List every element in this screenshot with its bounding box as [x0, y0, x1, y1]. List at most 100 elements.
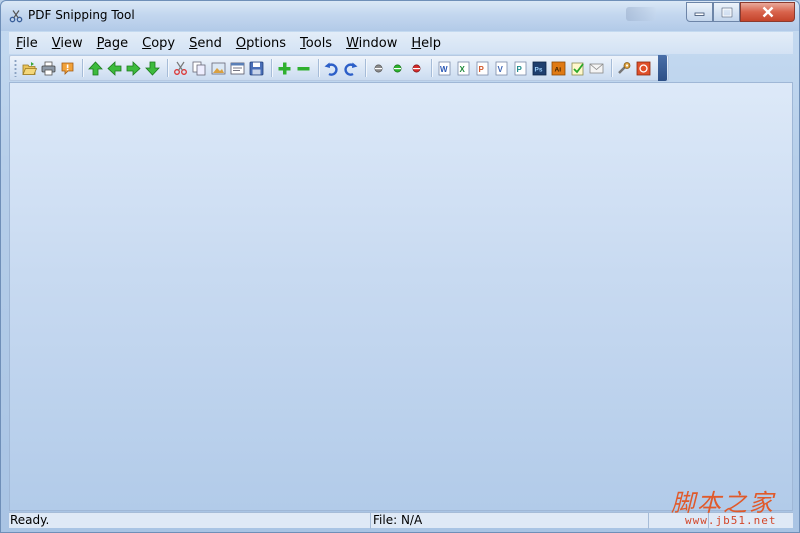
send-mail-button[interactable] [588, 60, 605, 77]
arrow-left-icon [107, 60, 122, 76]
svg-text:P: P [517, 65, 523, 74]
window-title: PDF Snipping Tool [28, 8, 135, 22]
menu-page[interactable]: Page [96, 35, 129, 52]
redo-button[interactable] [342, 60, 359, 77]
stop-icon [636, 61, 651, 75]
copy-text-button[interactable] [229, 60, 246, 77]
menu-file[interactable]: File [15, 35, 39, 52]
menu-options[interactable]: Options [235, 35, 287, 52]
zoom-out-button[interactable] [295, 60, 312, 77]
toolbar-separator [271, 59, 272, 77]
maximize-button[interactable] [713, 2, 740, 22]
svg-text:Ai: Ai [555, 66, 562, 73]
settings-icon [618, 61, 631, 74]
save-button[interactable] [248, 60, 265, 77]
site-watermark: 脚本之家 www.jb51.net [671, 483, 795, 529]
send-publisher-button[interactable]: P [512, 60, 529, 77]
send-powerpoint-button[interactable]: P [474, 60, 491, 77]
menu-copy[interactable]: Copy [141, 35, 176, 52]
settings-button[interactable] [616, 60, 633, 77]
excel-icon: X [457, 61, 470, 75]
toolbar-separator [82, 59, 83, 77]
print-icon [41, 61, 56, 75]
stop-button[interactable] [635, 60, 652, 77]
save-icon [249, 61, 264, 75]
zoom-out-icon [297, 66, 310, 70]
mail-icon [589, 63, 604, 73]
main-toolbar: W X P V P Ps Ai [9, 55, 669, 81]
visio-icon: V [495, 61, 508, 75]
scissors-icon [174, 61, 187, 75]
dot-green-icon [393, 64, 402, 72]
info-icon [61, 62, 74, 75]
scissors-app-icon [9, 10, 23, 23]
close-button[interactable] [740, 2, 795, 22]
svg-text:X: X [460, 65, 466, 74]
toolbar-separator [431, 59, 432, 77]
photoshop-icon: Ps [532, 61, 547, 75]
minimize-icon [694, 12, 705, 16]
svg-text:Ps: Ps [535, 66, 543, 73]
app-window: PDF Snipping Tool File View Page Copy Se… [0, 0, 800, 533]
close-icon [762, 6, 773, 18]
status-ready-text: Ready. [9, 513, 371, 529]
maximize-icon [721, 7, 732, 17]
green-dot-button[interactable] [389, 60, 406, 77]
notepad-icon [571, 62, 584, 75]
text-icon [230, 62, 245, 74]
open-icon [22, 61, 37, 75]
send-excel-button[interactable]: X [455, 60, 472, 77]
zoom-in-button[interactable] [276, 60, 293, 77]
svg-text:V: V [498, 65, 504, 74]
print-button[interactable] [40, 60, 57, 77]
menu-help[interactable]: Help [410, 35, 442, 52]
arrow-right-icon [126, 60, 141, 76]
gray-dot-button[interactable] [370, 60, 387, 77]
menu-tools[interactable]: Tools [299, 35, 333, 52]
menu-window[interactable]: Window [345, 35, 398, 52]
send-illustrator-button[interactable]: Ai [550, 60, 567, 77]
powerpoint-icon: P [476, 61, 489, 75]
menu-send[interactable]: Send [188, 35, 223, 52]
toolbar-overflow-chevron[interactable] [658, 55, 667, 81]
send-word-button[interactable]: W [436, 60, 453, 77]
toolbar-separator [318, 59, 319, 77]
undo-icon [324, 62, 338, 76]
dot-gray-icon [374, 64, 383, 72]
zoom-in-icon [278, 62, 291, 74]
image-icon [211, 62, 226, 74]
title-bar[interactable]: PDF Snipping Tool [1, 1, 799, 31]
send-photoshop-button[interactable]: Ps [531, 60, 548, 77]
page-next-button[interactable] [125, 60, 142, 77]
copy-icon [192, 61, 206, 75]
redo-icon [344, 62, 358, 76]
menu-view[interactable]: View [51, 35, 84, 52]
page-up-button[interactable] [87, 60, 104, 77]
red-dot-button[interactable] [408, 60, 425, 77]
dot-red-icon [412, 64, 421, 72]
copy-button[interactable] [191, 60, 208, 77]
illustrator-icon: Ai [551, 61, 566, 75]
status-file-text: File: N/A [371, 513, 649, 529]
toolbar-separator [611, 59, 612, 77]
open-button[interactable] [21, 60, 38, 77]
send-notepad-button[interactable] [569, 60, 586, 77]
copy-image-button[interactable] [210, 60, 227, 77]
menu-bar: File View Page Copy Send Options Tools W… [9, 32, 793, 54]
minimize-button[interactable] [686, 2, 713, 22]
send-visio-button[interactable]: V [493, 60, 510, 77]
arrow-down-icon [145, 61, 160, 76]
info-button[interactable] [59, 60, 76, 77]
arrow-up-icon [88, 60, 103, 75]
watermark-url: www.jb51.net [685, 514, 777, 527]
toolbar-separator [365, 59, 366, 77]
snip-button[interactable] [172, 60, 189, 77]
svg-text:W: W [440, 65, 448, 74]
page-prev-button[interactable] [106, 60, 123, 77]
toolbar-gripper[interactable] [14, 59, 17, 77]
page-down-button[interactable] [144, 60, 161, 77]
undo-button[interactable] [323, 60, 340, 77]
toolbar-separator [167, 59, 168, 77]
document-workspace[interactable] [9, 82, 793, 511]
titlebar-glass-decoration [626, 7, 656, 21]
